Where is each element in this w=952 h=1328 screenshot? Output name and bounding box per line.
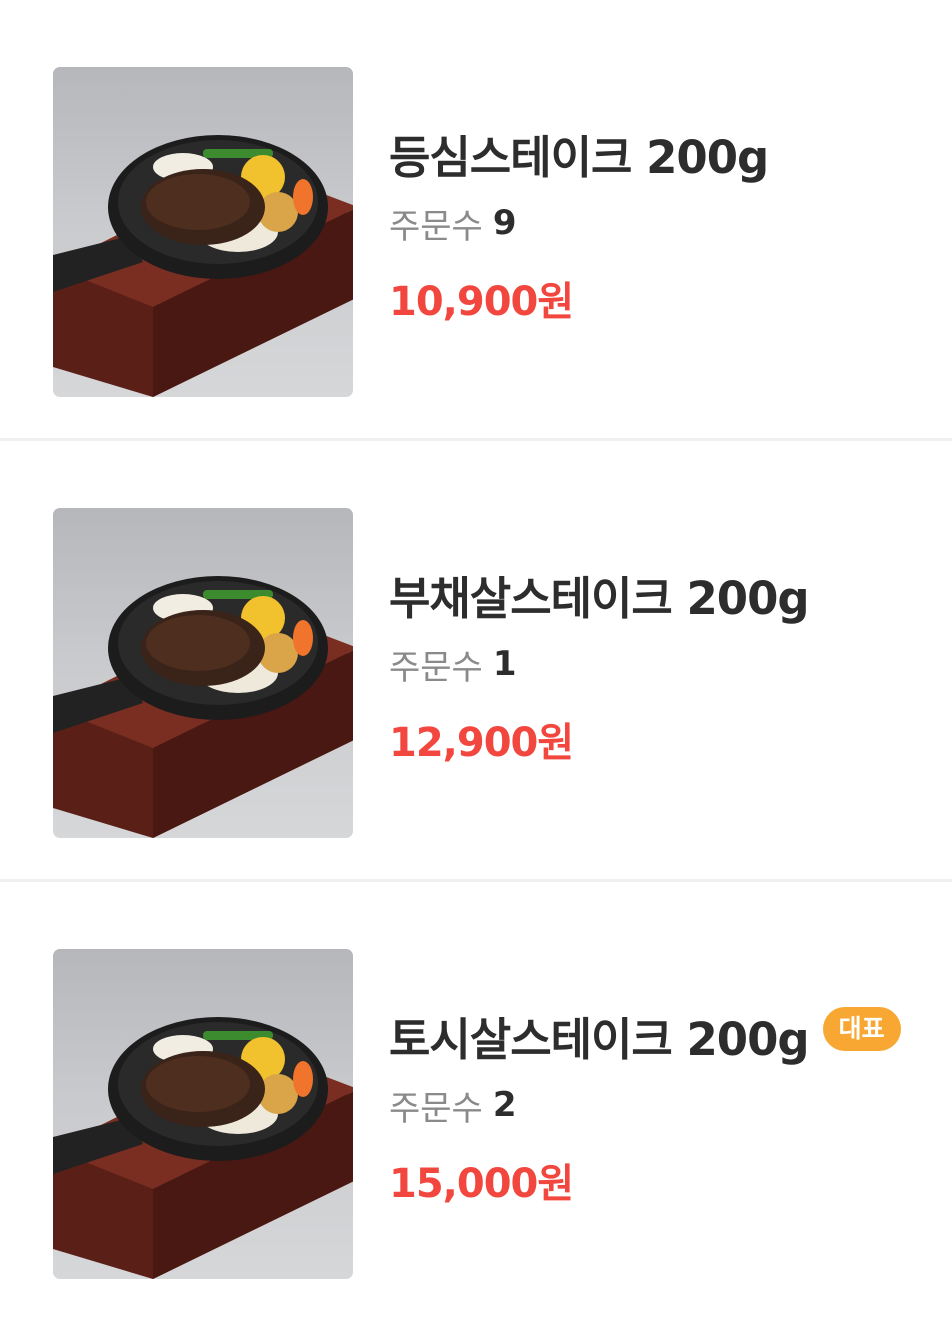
menu-list: 등심스테이크 200g 주문수 9 10,900원 부채살스테이크 200g 주… [0, 0, 952, 1328]
menu-item-info: 부채살스테이크 200g 주문수 1 12,900원 [389, 559, 922, 767]
menu-item-price: 15,000원 [389, 1161, 574, 1207]
orders-label: 주문수 [389, 1088, 483, 1129]
orders-label: 주문수 [389, 206, 483, 247]
menu-item-title-row: 부채살스테이크 200g [389, 559, 922, 629]
menu-item-name: 토시살스테이크 200g [389, 1012, 810, 1066]
menu-item-orders: 주문수 2 [389, 1080, 922, 1130]
menu-item-photo [53, 949, 353, 1279]
menu-item-price: 12,900원 [389, 720, 574, 766]
menu-item[interactable]: 등심스테이크 200g 주문수 9 10,900원 [0, 0, 952, 441]
menu-item-info: 등심스테이크 200g 주문수 9 10,900원 [389, 118, 922, 326]
orders-label: 주문수 [389, 647, 483, 688]
menu-item-orders: 주문수 1 [389, 639, 922, 689]
menu-item[interactable]: 토시살스테이크 200g 대표 주문수 2 15,000원 [0, 882, 952, 1323]
menu-item-name: 부채살스테이크 200g [389, 571, 810, 625]
orders-count: 2 [492, 1085, 517, 1125]
menu-item-title-row: 토시살스테이크 200g 대표 [389, 1000, 922, 1070]
menu-item-info: 토시살스테이크 200g 대표 주문수 2 15,000원 [389, 1000, 922, 1208]
menu-item-orders: 주문수 9 [389, 198, 922, 248]
orders-count: 9 [492, 203, 517, 243]
representative-badge: 대표 [822, 1007, 901, 1051]
orders-count: 1 [492, 644, 517, 684]
menu-item-photo [53, 67, 353, 397]
menu-item-title-row: 등심스테이크 200g [389, 118, 922, 188]
menu-item-photo [53, 508, 353, 838]
menu-item-price: 10,900원 [389, 279, 574, 325]
menu-item[interactable]: 부채살스테이크 200g 주문수 1 12,900원 [0, 441, 952, 882]
menu-item-name: 등심스테이크 200g [389, 130, 769, 184]
